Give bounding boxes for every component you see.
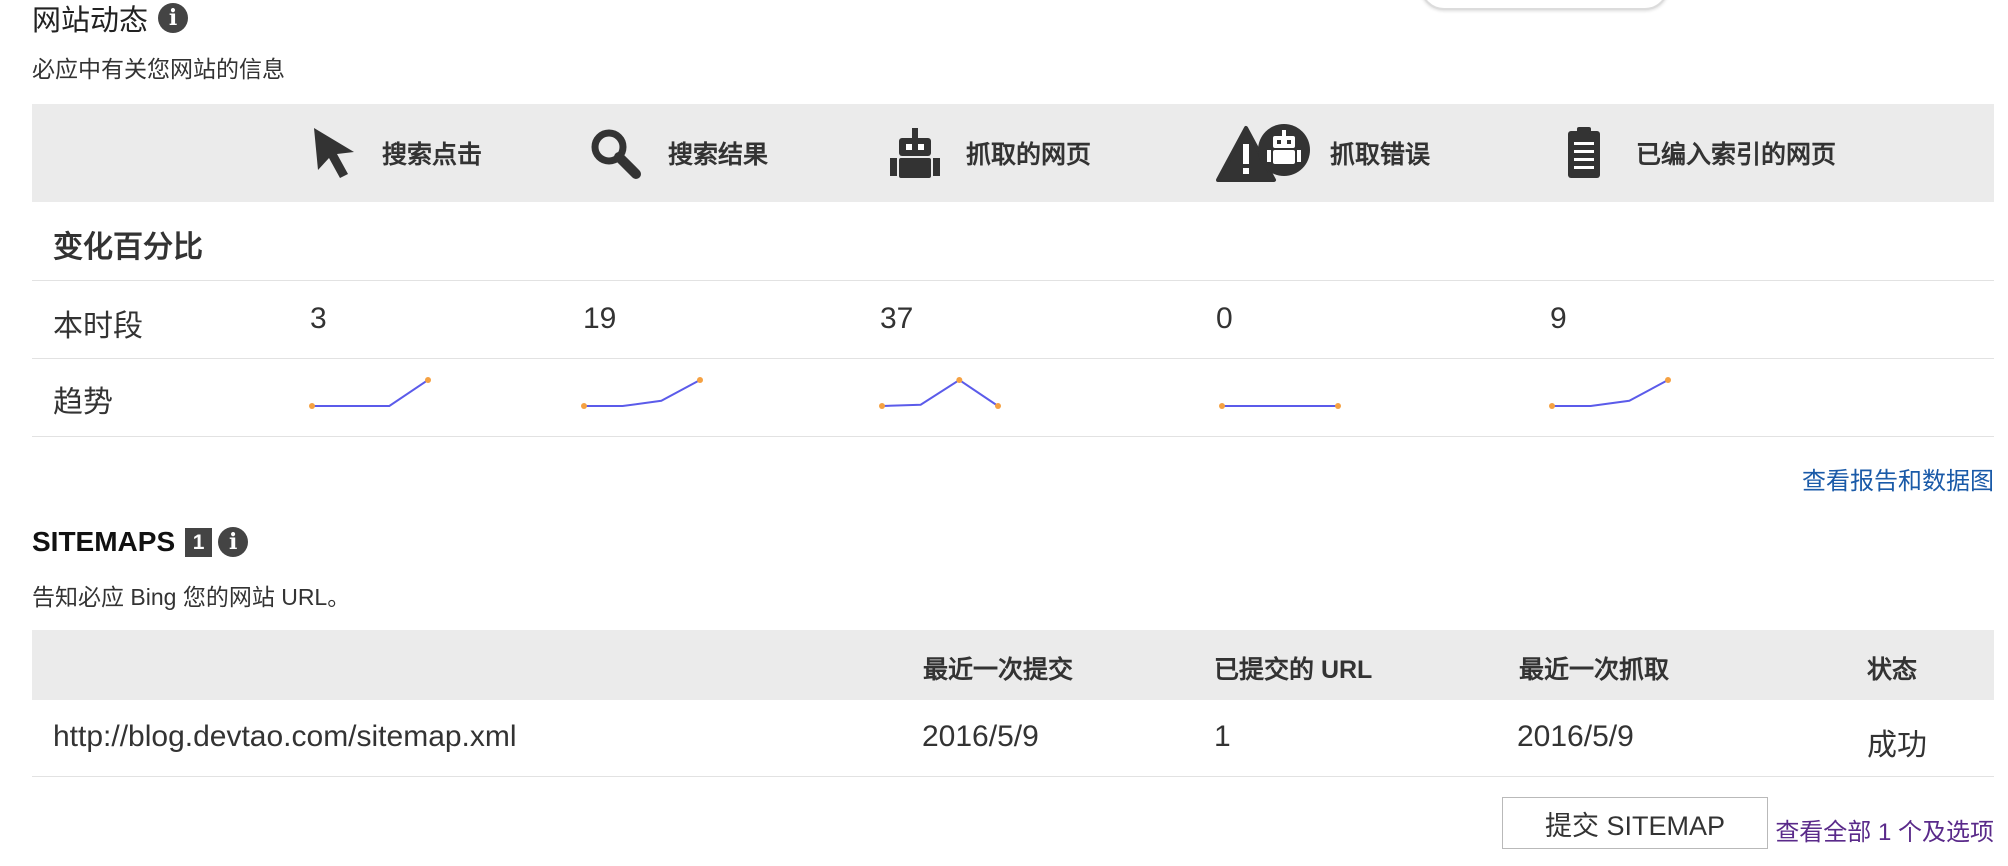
activity-title: 网站动态 <box>32 5 149 37</box>
trend-end-point <box>697 377 703 383</box>
metric-header-crawled[interactable]: 抓取的网页 <box>888 126 1091 180</box>
sparkline-indexed <box>1549 377 1671 409</box>
trend-start-point <box>1219 403 1225 409</box>
sparkline-clicks <box>309 377 431 409</box>
period-value-indexed: 9 <box>1550 302 1567 335</box>
search-icon <box>591 129 641 179</box>
sitemap-url[interactable]: http://blog.devtao.com/sitemap.xml <box>53 720 517 754</box>
sitemap-last-submitted: 2016/5/9 <box>922 720 1039 753</box>
sparkline-crawled <box>879 377 1001 409</box>
trend-start-point <box>309 403 315 409</box>
sitemaps-subtitle: 告知必应 Bing 您的网站 URL。 <box>32 584 351 610</box>
period-value-crawled: 37 <box>880 302 914 335</box>
change-percent-row: 变化百分比 <box>32 202 1994 281</box>
table-row: http://blog.devtao.com/sitemap.xml 2016/… <box>32 700 1994 777</box>
column-header-last-crawled: 最近一次抓取 <box>1519 656 1670 684</box>
metric-header-results[interactable]: 搜索结果 <box>588 126 768 180</box>
metric-label: 搜索结果 <box>668 141 769 169</box>
metric-header-clicks[interactable]: 搜索点击 <box>310 126 482 180</box>
column-header-status: 状态 <box>1867 656 1918 684</box>
trend-label: 趋势 <box>53 386 113 419</box>
metric-header-indexed[interactable]: 已编入索引的网页 <box>1564 126 1836 180</box>
sparkline-errors <box>1219 403 1341 409</box>
metric-label: 抓取的网页 <box>966 141 1092 169</box>
metric-label: 搜索点击 <box>382 141 483 169</box>
trend-start-point <box>581 403 587 409</box>
activity-subtitle: 必应中有关您网站的信息 <box>32 56 285 82</box>
trend-start-point <box>879 403 885 409</box>
document-icon <box>1568 127 1600 178</box>
trend-line <box>312 379 429 407</box>
period-row: 本时段 3 19 37 0 9 <box>32 281 1994 359</box>
crawl-error-icon <box>1216 124 1310 182</box>
sitemap-urls-submitted: 1 <box>1214 720 1231 753</box>
sitemaps-table-header: 最近一次提交 已提交的 URL 最近一次抓取 状态 <box>32 630 1994 700</box>
period-label: 本时段 <box>53 310 143 343</box>
column-header-urls-submitted: 已提交的 URL <box>1214 656 1373 684</box>
trend-end-point <box>1665 377 1671 383</box>
trend-end-point <box>425 377 431 383</box>
info-icon[interactable]: i <box>218 527 249 557</box>
metric-label: 抓取错误 <box>1330 141 1431 169</box>
view-all-sitemaps-link[interactable]: 查看全部 1 个及选项 <box>1775 812 1994 847</box>
metric-header-errors[interactable]: 抓取错误 <box>1216 122 1430 184</box>
sitemaps-count-badge: 1 <box>185 527 213 557</box>
trend-line <box>1552 379 1669 407</box>
sitemaps-title: SITEMAPS <box>32 526 176 557</box>
trend-start-point <box>1549 403 1555 409</box>
sitemap-last-crawled: 2016/5/9 <box>1517 720 1634 753</box>
change-percent-label: 变化百分比 <box>53 231 203 264</box>
top-status-pill <box>1420 0 1669 10</box>
period-value-clicks: 3 <box>310 302 327 335</box>
view-report-link[interactable]: 查看报告和数据图 <box>1802 461 1994 496</box>
submit-sitemap-button[interactable]: 提交 SITEMAP <box>1502 797 1768 849</box>
trend-end-point <box>995 403 1001 409</box>
cursor-icon <box>314 128 354 178</box>
trend-end-point <box>1335 403 1341 409</box>
activity-header: 网站动态 i <box>32 0 189 37</box>
sparkline-results <box>581 377 703 409</box>
trend-line <box>881 378 999 407</box>
trend-line <box>584 379 701 407</box>
metric-label: 已编入索引的网页 <box>1636 141 1837 169</box>
period-value-results: 19 <box>583 302 617 335</box>
info-icon[interactable]: i <box>158 3 189 33</box>
column-header-last-submitted: 最近一次提交 <box>923 656 1074 684</box>
sitemap-status: 成功 <box>1867 729 1927 762</box>
trend-peak-point <box>956 377 963 383</box>
sitemaps-header: SITEMAPS 1 i <box>32 524 249 560</box>
robot-icon <box>890 128 940 178</box>
period-value-errors: 0 <box>1216 302 1233 335</box>
